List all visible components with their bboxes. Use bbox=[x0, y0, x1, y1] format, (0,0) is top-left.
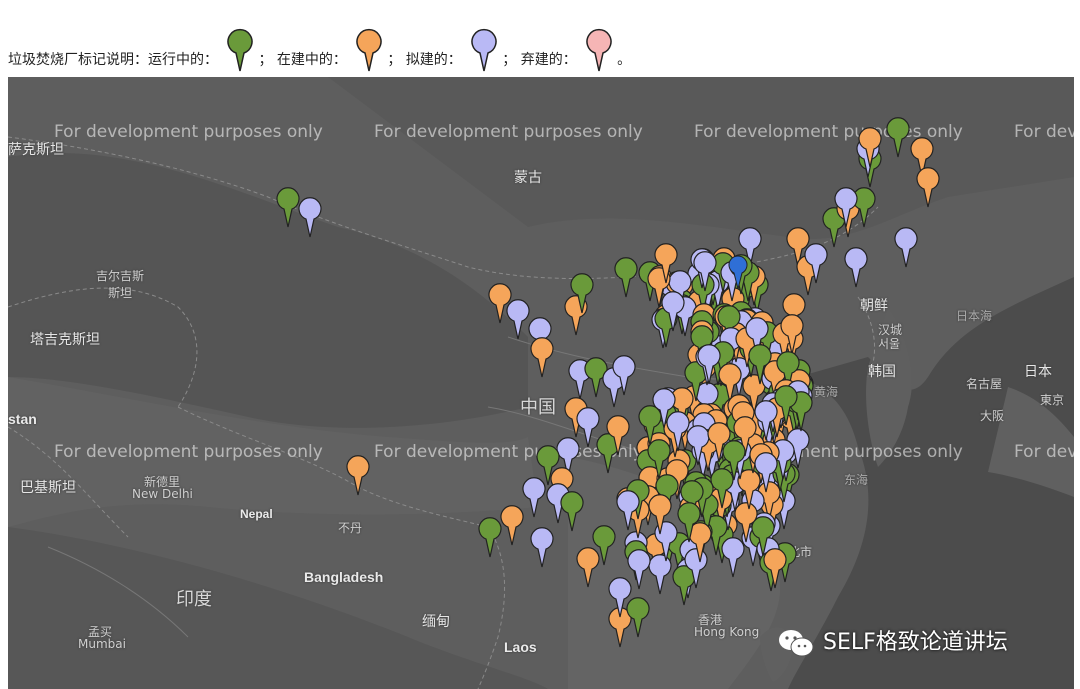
legend-planned-pin-icon bbox=[470, 26, 498, 72]
pin-planned[interactable] bbox=[522, 477, 546, 518]
pin-building[interactable] bbox=[500, 505, 524, 546]
legend-operating-label: 运行中的： bbox=[148, 52, 218, 68]
legend-building-label: 在建中的： bbox=[276, 52, 347, 68]
pin-building[interactable] bbox=[488, 283, 512, 324]
legend-operating-pin-icon bbox=[226, 26, 254, 72]
pin-planned[interactable] bbox=[721, 537, 745, 578]
legend-prefix: 垃圾焚烧厂标记说明： bbox=[8, 52, 148, 68]
pin-planned[interactable] bbox=[530, 527, 554, 568]
pin-building[interactable] bbox=[576, 547, 600, 588]
wechat-icon bbox=[776, 628, 816, 658]
legend-separator: ； bbox=[387, 52, 402, 68]
legend-separator: ； bbox=[502, 52, 517, 68]
pin-planned[interactable] bbox=[894, 227, 918, 268]
pin-operating[interactable] bbox=[886, 117, 910, 158]
pin-operating[interactable] bbox=[276, 187, 300, 228]
pin-planned[interactable] bbox=[844, 247, 868, 288]
pin-building[interactable] bbox=[916, 167, 940, 208]
pin-operating[interactable] bbox=[614, 257, 638, 298]
incinerator-pins[interactable] bbox=[8, 77, 1074, 689]
pin-planned[interactable] bbox=[506, 299, 530, 340]
pin-planned[interactable] bbox=[298, 197, 322, 238]
pin-operating[interactable] bbox=[626, 597, 650, 638]
pin-planned[interactable] bbox=[576, 407, 600, 448]
pin-building[interactable] bbox=[346, 455, 370, 496]
pin-planned[interactable] bbox=[648, 554, 672, 595]
legend-row: 垃圾焚烧厂标记说明：运行中的： ； 在建中的： ； 拟建的： ； 弃建的： 。 bbox=[8, 28, 632, 82]
pin-operating[interactable] bbox=[672, 565, 696, 606]
legend: 垃圾焚烧厂标记说明：运行中的： ； 在建中的： ； 拟建的： ； 弃建的： 。 bbox=[0, 0, 1080, 72]
legend-separator: ； bbox=[258, 52, 273, 68]
legend-separator: 。 bbox=[617, 52, 632, 68]
legend-building-pin-icon bbox=[355, 26, 383, 72]
legend-abandoned-pin-icon bbox=[585, 26, 613, 72]
pin-planned[interactable] bbox=[627, 549, 651, 590]
legend-planned-label: 拟建的： bbox=[405, 52, 462, 68]
pin-operating[interactable] bbox=[560, 491, 584, 532]
map-canvas[interactable]: For development purposes only For develo… bbox=[8, 77, 1074, 689]
pin-operating[interactable] bbox=[478, 517, 502, 558]
pin-building[interactable] bbox=[763, 548, 787, 589]
source-label: SELF格致论道讲坛 bbox=[823, 630, 1008, 655]
legend-abandoned-label: 弃建的： bbox=[520, 52, 577, 68]
source-watermark: SELF格致论道讲坛 bbox=[776, 624, 1008, 658]
pin-building[interactable] bbox=[530, 337, 554, 378]
